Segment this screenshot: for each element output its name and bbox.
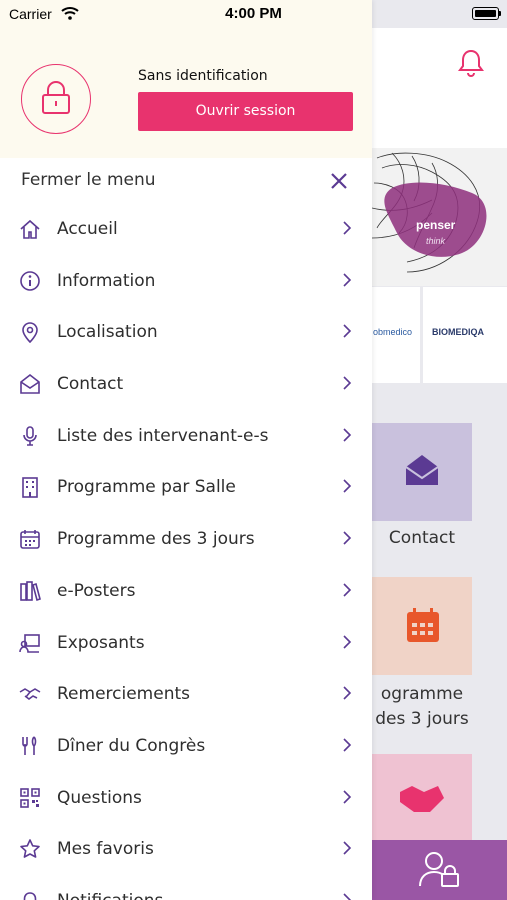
menu-item-label: Programme des 3 jours [57,529,255,550]
envelope-open-icon [20,374,40,394]
user-lock-icon [419,852,459,887]
menu-item-remerciements[interactable]: Remerciements [0,669,372,721]
home-icon [20,219,40,239]
menu-item-label: Exposants [57,632,145,653]
menu-item-label: Programme par Salle [57,477,236,498]
calendar-icon [20,530,40,549]
menu-item-programme-salle[interactable]: Programme par Salle [0,462,372,514]
clock-time: 4:00 PM [225,5,282,22]
programme-calendar-icon [407,608,439,642]
bottom-login-bar[interactable] [372,840,507,900]
menu-item-notifications[interactable]: Notifications [0,876,372,900]
side-drawer: Sans identification Ouvrir session Ferme… [0,0,372,900]
menu-item-information[interactable]: Information [0,256,372,308]
menu-item-label: Questions [57,787,142,808]
menu-item-label: e-Posters [57,580,136,601]
menu-item-exposants[interactable]: Exposants [0,618,372,670]
sponsor-1-text: obmedico [373,327,413,337]
menu-item-accueil[interactable]: Accueil [0,204,372,256]
sponsor-2-text: BIOMEDIQA [432,327,485,337]
chevron-right-icon [343,531,352,545]
contact-envelope-icon [405,455,439,485]
login-button[interactable]: Ouvrir session [138,92,353,131]
status-bar: Carrier 4:00 PM [0,0,507,28]
menu-item-label: Notifications [57,891,163,900]
utensils-icon [22,736,37,755]
menu-item-label: Contact [57,374,124,395]
menu-item-questions[interactable]: Questions [0,773,372,825]
drawer-menu: Accueil Information Localisation Contact… [0,204,372,900]
books-icon [20,581,41,601]
chevron-right-icon [343,789,352,804]
building-icon [22,477,38,499]
menu-item-programme-3-jours[interactable]: Programme des 3 jours [0,514,372,566]
menu-item-e-posters[interactable]: e-Posters [0,566,372,618]
chevron-right-icon [343,841,352,855]
microphone-icon [23,425,37,446]
chevron-right-icon [343,376,352,390]
profile-lock-avatar[interactable] [21,64,91,134]
location-pin-icon [22,322,38,344]
tile-contact[interactable] [372,423,472,521]
menu-item-label: Localisation [57,322,158,343]
hero-word: penser [416,218,456,232]
close-menu-row[interactable]: Fermer le menu [0,158,372,204]
lock-icon [42,81,70,114]
tile-remerciements[interactable] [372,754,472,842]
tile-programme-label: ogramme des 3 jours [375,684,469,729]
tile-contact-label: Contact [388,528,456,548]
menu-item-label: Mes favoris [57,839,154,860]
menu-item-contact[interactable]: Contact [0,359,372,411]
notification-bell-icon[interactable] [455,46,487,80]
battery-icon [472,7,499,20]
close-icon[interactable] [330,172,348,190]
chevron-right-icon [343,324,352,338]
hero-image [372,148,507,286]
bell-icon [23,892,37,900]
user-status-label: Sans identification [138,68,268,84]
menu-item-intervenants[interactable]: Liste des intervenant-e-s [0,411,372,463]
chevron-right-icon [343,273,352,287]
menu-item-label: Dîner du Congrès [57,735,206,756]
info-icon [20,270,40,291]
chevron-right-icon [343,479,352,494]
menu-item-label: Remerciements [57,684,190,705]
menu-item-label: Liste des intervenant-e-s [57,425,269,446]
chevron-right-icon [343,893,352,900]
chevron-right-icon [343,686,352,700]
handshake-tile-icon [400,786,444,812]
battery-nub [499,11,501,16]
menu-item-label: Accueil [57,219,118,239]
menu-item-diner[interactable]: Dîner du Congrès [0,721,372,773]
tile-programme[interactable] [372,577,472,675]
chevron-right-icon [343,221,352,235]
hero-word-secondary: think [426,236,446,246]
presenter-icon [19,633,40,653]
star-icon [20,839,40,859]
menu-item-label: Information [57,270,156,291]
handshake-icon [19,688,41,701]
menu-item-favoris[interactable]: Mes favoris [0,824,372,876]
chevron-right-icon [343,583,352,597]
close-menu-label: Fermer le menu [21,170,156,190]
chevron-right-icon [343,428,352,442]
qr-code-icon [20,787,40,808]
chevron-right-icon [343,634,352,649]
chevron-right-icon [343,738,352,752]
menu-item-localisation[interactable]: Localisation [0,307,372,359]
